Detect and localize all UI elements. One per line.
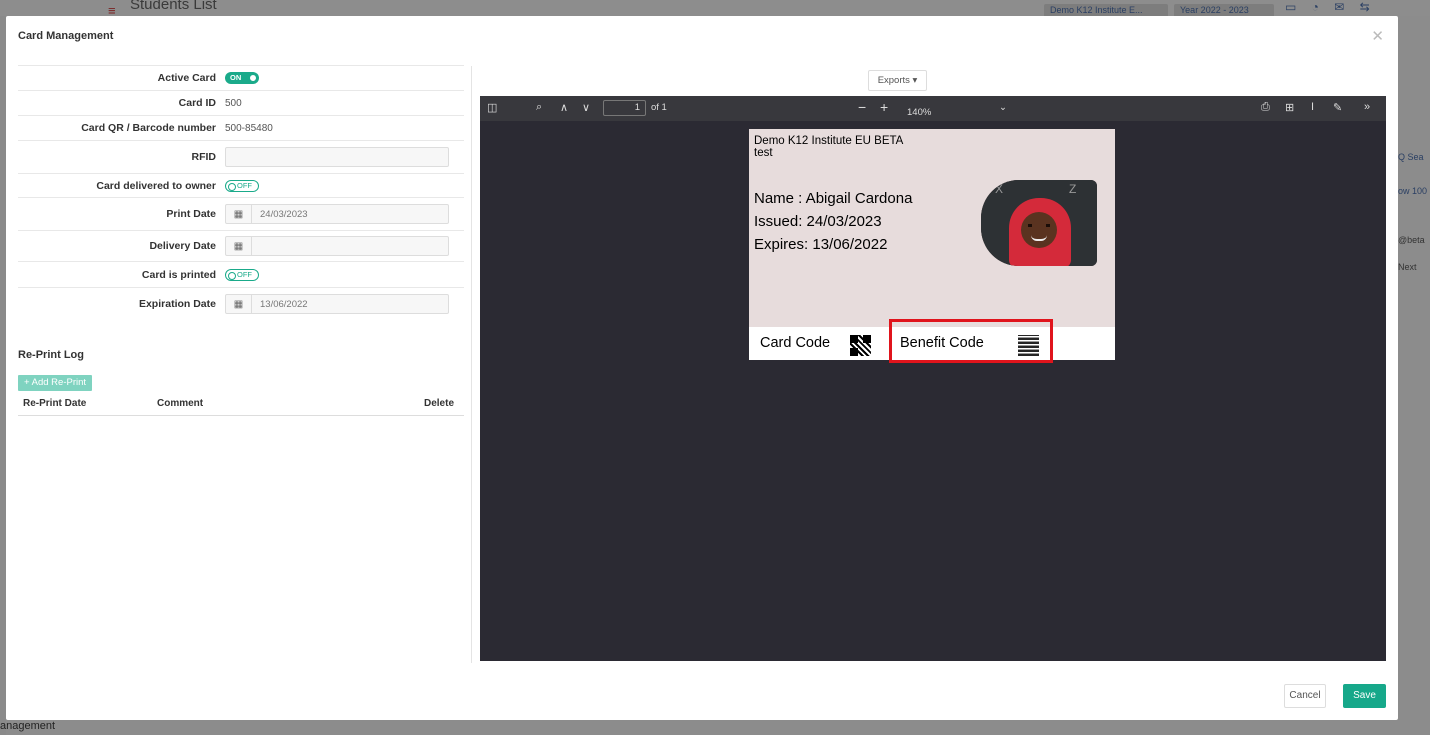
zoom-value: 140% xyxy=(907,107,932,118)
student-photo: X Z xyxy=(981,180,1097,266)
rfid-row: RFID xyxy=(18,140,464,173)
background-show: ow 100 xyxy=(1398,186,1428,196)
delivery-date-label: Delivery Date xyxy=(149,240,216,252)
background-header-icons: ▭ ◔ ✉ ⇆ xyxy=(1285,0,1376,14)
zoom-out-icon[interactable]: − xyxy=(858,99,866,115)
delivered-toggle[interactable]: OFF xyxy=(225,179,259,192)
delivered-label: Card delivered to owner xyxy=(96,179,216,192)
sidebar-toggle-icon[interactable]: ◫ xyxy=(487,101,497,114)
expiration-input[interactable]: ▦ 13/06/2022 xyxy=(225,294,449,314)
expiration-value: 13/06/2022 xyxy=(260,298,308,310)
printed-row: Card is printed OFF xyxy=(18,261,464,287)
print-icon[interactable]: ⎙ xyxy=(1261,101,1270,114)
card-id-label: Card ID xyxy=(178,97,216,109)
qr-label: Card QR / Barcode number xyxy=(81,122,216,134)
column-reprint-date: Re-Print Date xyxy=(23,398,87,409)
card-id-value: 500 xyxy=(225,97,242,109)
card-expires: Expires: 13/06/2022 xyxy=(754,236,888,253)
chevron-down-icon: ⌄ xyxy=(999,102,1007,113)
benefit-code-highlight xyxy=(889,319,1053,363)
active-card-label: Active Card xyxy=(157,72,216,84)
zoom-select[interactable]: 140% ⌄ xyxy=(903,100,1015,118)
expiration-row: Expiration Date ▦ 13/06/2022 xyxy=(18,287,464,320)
pdf-viewer: ◫ ⌕ ∧ ∨ 1 of 1 − + 140% ⌄ ⎙ ⊞ I ✎ » Demo … xyxy=(480,96,1386,661)
close-icon[interactable]: ✕ xyxy=(1371,29,1384,44)
background-page-title: Students List xyxy=(130,0,217,13)
save-button[interactable]: Save xyxy=(1343,684,1386,708)
save-icon[interactable]: ⊞ xyxy=(1285,101,1294,114)
column-divider xyxy=(471,66,472,663)
page-number-input[interactable]: 1 xyxy=(603,100,646,116)
reprint-table-header: Re-Print Date Comment Delete xyxy=(18,397,464,416)
card-code-qr-icon xyxy=(850,335,871,356)
delivery-date-input[interactable]: ▦ xyxy=(225,236,449,256)
background-next: Next xyxy=(1398,262,1417,272)
card-top-area: Demo K12 Institute EU BETA test Name : A… xyxy=(749,129,1115,327)
more-tools-icon[interactable]: » xyxy=(1364,101,1370,113)
reprint-log-title: Re-Print Log xyxy=(18,349,84,361)
active-card-row: Active Card ON xyxy=(18,65,464,90)
next-page-icon[interactable]: ∨ xyxy=(582,101,590,114)
pdf-toolbar: ◫ ⌕ ∧ ∨ 1 of 1 − + 140% ⌄ ⎙ ⊞ I ✎ » xyxy=(480,96,1386,121)
print-date-input[interactable]: ▦ 24/03/2023 xyxy=(225,204,449,224)
card-info: Name : Abigail Cardona Issued: 24/03/202… xyxy=(754,187,912,256)
delivery-date-row: Delivery Date ▦ xyxy=(18,230,464,261)
print-date-row: Print Date ▦ 24/03/2023 xyxy=(18,197,464,230)
qr-value: 500-85480 xyxy=(225,122,273,134)
card-management-modal: Card Management ✕ Active Card ON Card ID… xyxy=(6,16,1398,720)
background-sidebar-label: anagement xyxy=(0,720,56,732)
card-institute-name: Demo K12 Institute EU BETA xyxy=(754,135,904,147)
column-delete: Delete xyxy=(423,398,454,409)
add-reprint-button[interactable]: + Add Re-Print xyxy=(18,375,92,391)
calendar-icon[interactable]: ▦ xyxy=(226,237,252,255)
calendar-icon[interactable]: ▦ xyxy=(226,205,252,223)
cancel-button[interactable]: Cancel xyxy=(1284,684,1326,708)
card-issued: Issued: 24/03/2023 xyxy=(754,213,882,230)
previous-page-icon[interactable]: ∧ xyxy=(560,101,568,114)
expiration-label: Expiration Date xyxy=(138,298,216,310)
background-email: @beta xyxy=(1398,235,1425,245)
modal-title: Card Management xyxy=(18,30,114,42)
zoom-in-icon[interactable]: + xyxy=(880,99,888,115)
card-name: Name : Abigail Cardona xyxy=(754,190,913,207)
exports-dropdown[interactable]: Exports ▾ xyxy=(868,70,927,91)
column-comment: Comment xyxy=(157,398,204,409)
card-subtitle: test xyxy=(754,147,773,159)
qr-row: Card QR / Barcode number 500-85480 xyxy=(18,115,464,140)
id-card-preview: Demo K12 Institute EU BETA test Name : A… xyxy=(749,129,1115,363)
card-id-row: Card ID 500 xyxy=(18,90,464,115)
text-tool-icon[interactable]: I xyxy=(1311,101,1314,113)
page-total: of 1 xyxy=(651,102,667,113)
active-card-toggle[interactable]: ON xyxy=(225,72,259,84)
background-search: Q Sea xyxy=(1398,152,1424,162)
printed-label: Card is printed xyxy=(141,268,216,281)
card-code-label: Card Code xyxy=(760,335,831,351)
card-form: Active Card ON Card ID 500 Card QR / Bar… xyxy=(18,65,464,320)
rfid-label: RFID xyxy=(191,151,217,163)
rfid-input[interactable] xyxy=(225,147,449,167)
print-date-value: 24/03/2023 xyxy=(260,208,308,220)
search-icon[interactable]: ⌕ xyxy=(536,101,542,114)
print-date-label: Print Date xyxy=(166,208,216,220)
delivered-row: Card delivered to owner OFF xyxy=(18,173,464,197)
card-institute: Demo K12 Institute EU BETA test xyxy=(754,135,903,159)
calendar-icon[interactable]: ▦ xyxy=(226,295,252,313)
printed-toggle[interactable]: OFF xyxy=(225,268,259,281)
draw-icon[interactable]: ✎ xyxy=(1333,101,1342,114)
